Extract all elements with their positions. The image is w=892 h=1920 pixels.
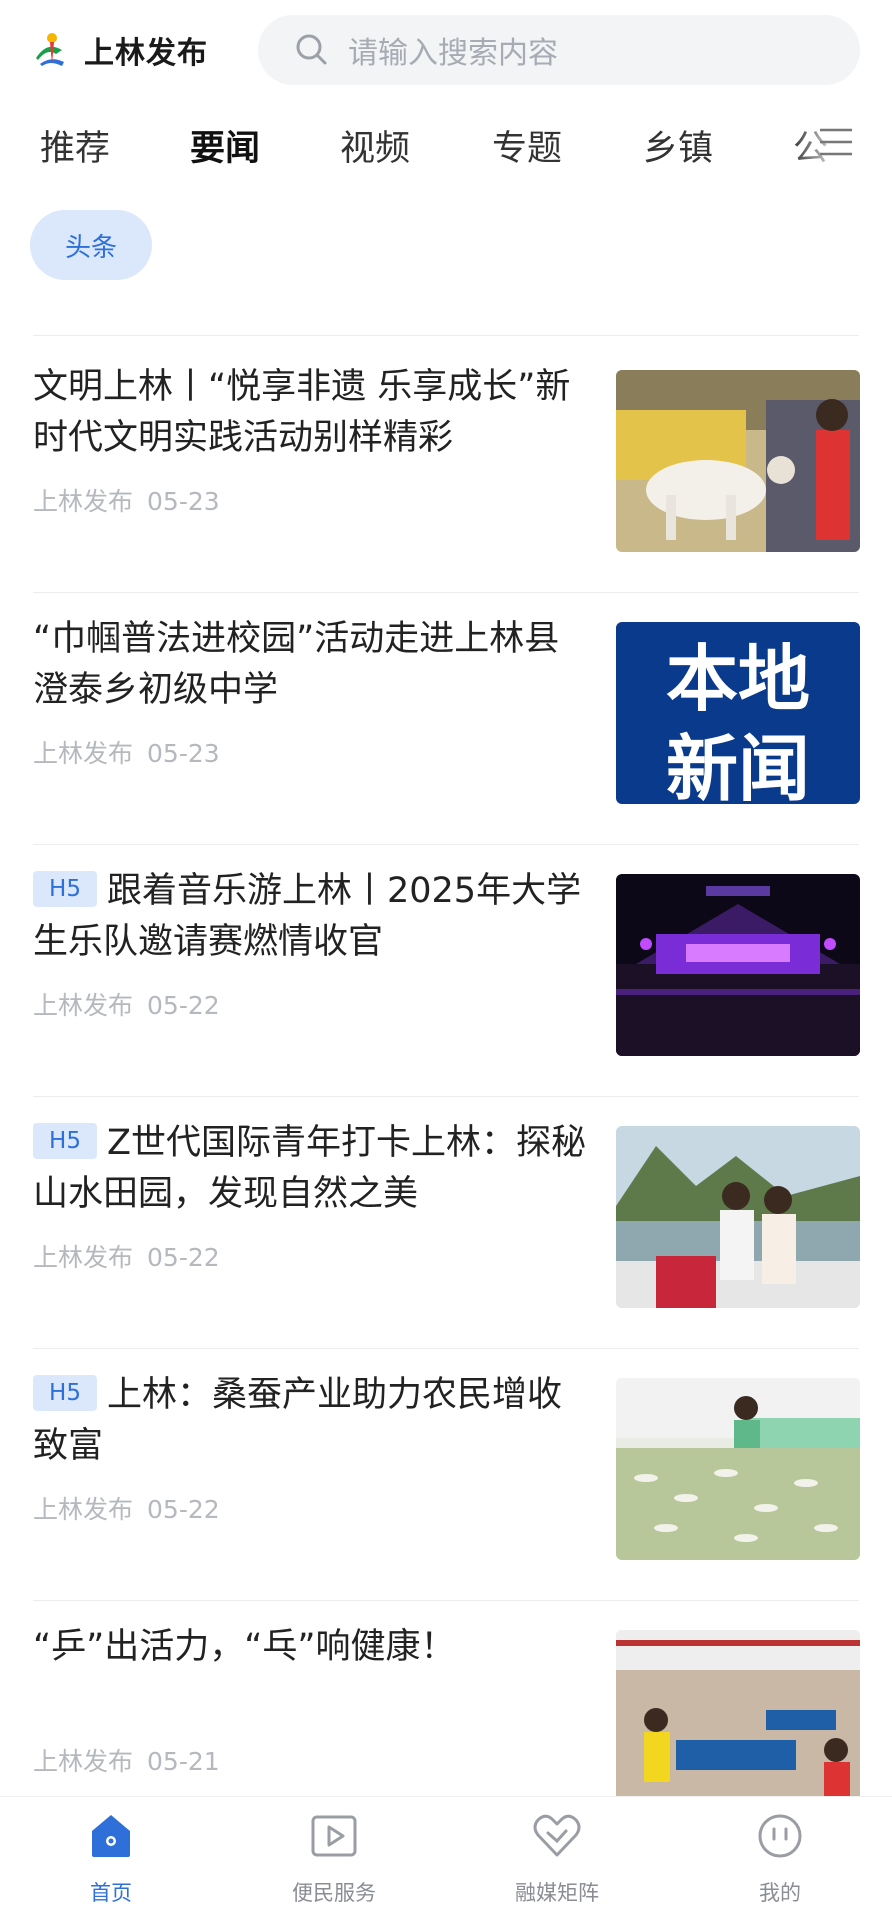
- nav-label: 便民服务: [292, 1881, 376, 1905]
- app-header: 上林发布 请输入搜索内容: [0, 0, 892, 100]
- nav-services[interactable]: 便民服务: [254, 1809, 414, 1907]
- search-bar[interactable]: 请输入搜索内容: [258, 15, 860, 85]
- news-item[interactable]: H5 上林：桑蚕产业助力农民增收致富 上林发布 05-22: [0, 1348, 892, 1600]
- nav-profile[interactable]: 我的: [700, 1809, 860, 1907]
- news-meta: 上林发布 05-22: [33, 1495, 220, 1524]
- nav-home[interactable]: 首页: [31, 1809, 191, 1907]
- news-item[interactable]: 文明上林丨“悦享非遗 乐享成长”新时代文明实践活动别样精彩 上林发布 05-23: [0, 340, 892, 592]
- news-thumbnail-pony: [616, 370, 860, 552]
- app-logo[interactable]: 上林发布: [32, 28, 208, 72]
- news-thumbnail-local-news: 本地 新闻: [616, 622, 860, 804]
- heart-icon: [533, 1814, 581, 1857]
- news-item[interactable]: “巾帼普法进校园”活动走进上林县澄泰乡初级中学 上林发布 05-23 本地 新闻: [0, 592, 892, 844]
- news-title: “乒”出活力，“乓”响健康！: [33, 1627, 456, 1667]
- home-icon: [92, 1815, 130, 1857]
- tab-video[interactable]: 视频: [340, 120, 410, 171]
- news-title: “巾帼普法进校园”活动走进上林县澄泰乡初级中学: [33, 619, 560, 710]
- news-title: H5 Z世代国际青年打卡上林：探秘山水田园，发现自然之美: [33, 1123, 586, 1214]
- news-item[interactable]: H5 跟着音乐游上林丨2025年大学生乐队邀请赛燃情收官 上林发布 05-22: [0, 844, 892, 1096]
- tab-recommend[interactable]: 推荐: [40, 120, 110, 171]
- tab-topics[interactable]: 专题: [492, 120, 562, 171]
- nav-label: 融媒矩阵: [515, 1881, 599, 1905]
- nav-label: 首页: [90, 1881, 132, 1905]
- logo-mark-icon: [36, 33, 64, 66]
- news-item[interactable]: H5 Z世代国际青年打卡上林：探秘山水田园，发现自然之美 上林发布 05-22: [0, 1096, 892, 1348]
- search-placeholder: 请输入搜索内容: [348, 36, 558, 71]
- news-meta: 上林发布 05-22: [33, 991, 220, 1020]
- news-meta: 上林发布 05-23: [33, 487, 220, 516]
- smiley-icon: [758, 1814, 802, 1858]
- app-name: 上林发布: [84, 36, 208, 71]
- news-title: H5 上林：桑蚕产业助力农民增收致富: [33, 1375, 563, 1466]
- news-meta: 上林发布 05-22: [33, 1243, 220, 1272]
- divider: [33, 335, 859, 336]
- news-thumbnail-boat-trip: [616, 1126, 860, 1308]
- h5-badge: H5: [33, 1123, 97, 1159]
- thumb-text-news: 新闻: [666, 727, 810, 804]
- news-thumbnail-concert: [616, 874, 860, 1056]
- nav-label: 我的: [759, 1881, 801, 1905]
- search-icon: [296, 34, 327, 65]
- subtab-headlines[interactable]: 头条: [30, 210, 152, 280]
- news-thumbnail-table-tennis: [616, 1630, 860, 1812]
- news-title: H5 跟着音乐游上林丨2025年大学生乐队邀请赛燃情收官: [33, 871, 582, 962]
- h5-badge: H5: [33, 871, 97, 907]
- news-title: 文明上林丨“悦享非遗 乐享成长”新时代文明实践活动别样精彩: [33, 367, 571, 458]
- channel-tabs: 推荐 要闻 视频 专题 乡镇 公: [0, 108, 892, 180]
- tab-news[interactable]: 要闻: [190, 120, 260, 171]
- news-thumbnail-silkworm: [616, 1378, 860, 1560]
- play-icon: [311, 1815, 357, 1857]
- tab-towns[interactable]: 乡镇: [643, 120, 713, 171]
- h5-badge: H5: [33, 1375, 97, 1411]
- menu-icon[interactable]: [816, 122, 856, 162]
- news-meta: 上林发布 05-21: [33, 1747, 220, 1776]
- nav-media-matrix[interactable]: 融媒矩阵: [477, 1809, 637, 1907]
- bottom-nav: 首页 便民服务 融媒矩阵 我的: [0, 1796, 892, 1920]
- news-meta: 上林发布 05-23: [33, 739, 220, 768]
- thumb-text-local: 本地: [666, 637, 810, 721]
